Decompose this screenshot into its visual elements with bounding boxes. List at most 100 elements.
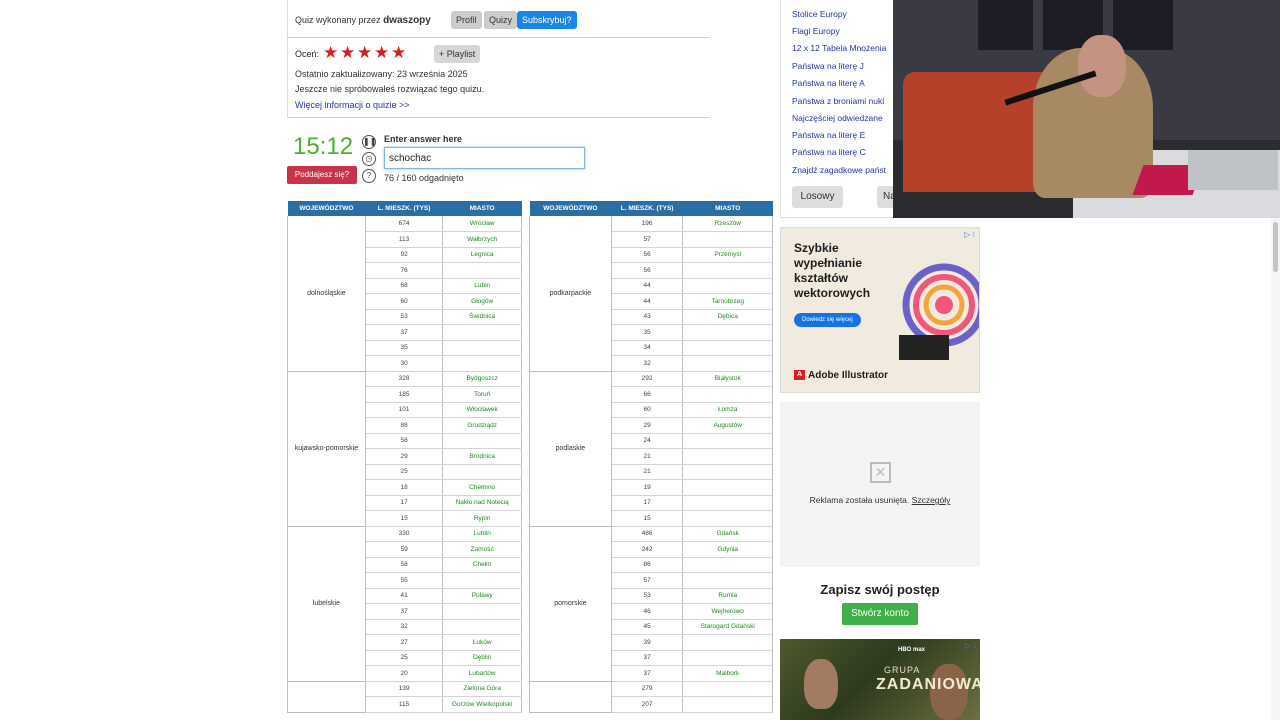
pause-icon[interactable]: ❚❚: [362, 135, 376, 149]
ad-brand-name: Adobe Illustrator: [808, 370, 889, 381]
population-cell: 34: [611, 340, 684, 356]
sidebar-link[interactable]: Państwa na literę A: [792, 78, 865, 88]
city-cell: Lubartów: [442, 665, 522, 682]
voivodeship-cell: lubelskie: [287, 526, 366, 682]
adobe-ad[interactable]: ▷ ⁝ Szybkie wypełnianie kształtów wektor…: [780, 227, 980, 393]
profile-button[interactable]: Profil: [451, 11, 482, 29]
acoustic-panel: [1113, 0, 1173, 50]
population-cell: 60: [365, 293, 444, 310]
voivodeship-cell: dolnośląskie: [287, 216, 366, 372]
close-icon: ✕: [870, 462, 891, 483]
population-cell: 56: [611, 247, 684, 263]
answer-input[interactable]: [384, 147, 585, 169]
adchoices-icon[interactable]: ▷ ⁝: [965, 641, 976, 650]
rating-stars[interactable]: ★ ★ ★ ★ ★: [323, 44, 406, 61]
star-icon[interactable]: ★: [323, 44, 338, 61]
sidebar-link[interactable]: Stolice Europy: [792, 9, 847, 19]
sidebar-link[interactable]: Państwa na literę C: [792, 147, 866, 157]
adchoices-icon[interactable]: ▷ ⁝: [964, 230, 975, 239]
population-cell: 25: [365, 650, 444, 666]
city-cell: Wałbrzych: [442, 231, 522, 248]
population-cell: 60: [611, 402, 684, 418]
city-cell: [682, 681, 773, 697]
save-progress-title: Zapisz swój postęp: [820, 582, 940, 597]
city-cell: [682, 650, 773, 666]
column-header: L. MIESZK. (TYS): [365, 201, 443, 216]
ad-brand: A Adobe Illustrator: [794, 370, 888, 381]
sidebar-link[interactable]: Państwa na literę J: [792, 61, 864, 71]
scrollbar-thumb[interactable]: [1273, 222, 1278, 272]
ad-removed-text: Reklama została usunięta. Szczegóły: [780, 495, 980, 505]
subscribe-button[interactable]: Subskrybuj?: [517, 11, 577, 29]
sidebar-link[interactable]: Państwa na literę E: [792, 130, 865, 140]
population-cell: 45: [611, 619, 684, 635]
results-table-left: WOJEWÓDZTWO L. MIESZK. (TYS) MIASTO dolnośl…: [287, 201, 522, 713]
city-cell: [682, 572, 773, 589]
quizzes-button[interactable]: Quizy: [484, 11, 518, 29]
webcam-overlay: [893, 0, 1280, 218]
page-scrollbar[interactable]: [1271, 218, 1280, 720]
population-cell: 57: [611, 572, 684, 589]
population-cell: 39: [611, 634, 684, 651]
population-cell: 17: [365, 495, 444, 511]
population-cell: 328: [365, 371, 444, 387]
population-cell: 44: [611, 293, 684, 310]
star-icon[interactable]: ★: [340, 44, 355, 61]
city-cell: [442, 262, 522, 279]
playlist-button[interactable]: + Playlist: [434, 45, 481, 63]
population-cell: 674: [365, 216, 444, 232]
star-icon[interactable]: ★: [374, 44, 389, 61]
sidebar-link[interactable]: Znajdź zagadkowe państ: [792, 165, 886, 175]
ad-cta-button[interactable]: Dowiedz się więcej: [794, 313, 861, 327]
population-cell: 32: [365, 619, 444, 635]
population-cell: 15: [611, 510, 684, 527]
sidebar-link[interactable]: Państwa z broniami nukl: [792, 96, 884, 106]
population-cell: 41: [365, 588, 444, 604]
population-cell: 17: [611, 495, 684, 511]
author-name[interactable]: dwaszopy: [383, 15, 431, 26]
sidebar-link[interactable]: Najczęściej odwiedzane: [792, 113, 883, 123]
city-cell: [682, 634, 773, 651]
help-icon[interactable]: ?: [362, 169, 376, 183]
acoustic-panel: [978, 0, 1033, 50]
city-cell: Starogard Gdański: [682, 619, 773, 635]
city-cell: Rumia: [682, 588, 773, 604]
sidebar-link[interactable]: Flagi Europy: [792, 26, 840, 36]
city-cell: [682, 231, 773, 248]
city-cell: Przemyśl: [682, 247, 773, 263]
column-header: WOJEWÓDZTWO: [287, 201, 366, 216]
voivodeship-cell: [529, 681, 612, 713]
hbo-ad[interactable]: ▷ ⁝ HBO max GRUPA ZADANIOWA: [780, 639, 980, 720]
star-icon[interactable]: ★: [391, 44, 406, 61]
city-cell: Toruń: [442, 386, 522, 403]
population-cell: 46: [611, 603, 684, 620]
city-cell: Lubin: [442, 278, 522, 294]
random-quiz-button[interactable]: Losowy: [792, 186, 843, 208]
sidebar-link[interactable]: 12 x 12 Tabela Mnożenia: [792, 43, 886, 53]
population-cell: 15: [365, 510, 444, 527]
city-cell: Dębica: [682, 309, 773, 325]
more-info-link[interactable]: Więcej informacji o quizie >>: [295, 100, 410, 110]
clock-icon[interactable]: ◷: [362, 152, 376, 166]
create-account-button[interactable]: Stwórz konto: [842, 603, 918, 625]
rating-section: Oceń: ★ ★ ★ ★ ★ + Playlist Ostatnio zakt…: [287, 38, 709, 118]
population-cell: 19: [611, 479, 684, 496]
give-up-button[interactable]: Poddajesz się?: [287, 166, 357, 184]
city-cell: Brodnica: [442, 448, 522, 465]
city-cell: Grudziądz: [442, 417, 522, 434]
ad-details-link[interactable]: Szczegóły: [912, 495, 951, 505]
population-cell: 35: [365, 340, 444, 356]
city-cell: Wejherowo: [682, 603, 773, 620]
table-row: 279: [529, 681, 773, 713]
population-cell: 207: [611, 696, 684, 713]
population-cell: 242: [611, 541, 684, 558]
table-row: kujawsko-pomorskie 328 Bydgoszcz: [287, 371, 522, 527]
table-row: 139 Zielona Góra: [287, 681, 522, 713]
population-cell: 139: [365, 681, 444, 697]
star-icon[interactable]: ★: [357, 44, 372, 61]
population-cell: 27: [365, 634, 444, 651]
population-cell: 279: [611, 681, 684, 697]
city-cell: [682, 448, 773, 465]
population-cell: 37: [365, 603, 444, 620]
population-cell: 30: [365, 355, 444, 372]
